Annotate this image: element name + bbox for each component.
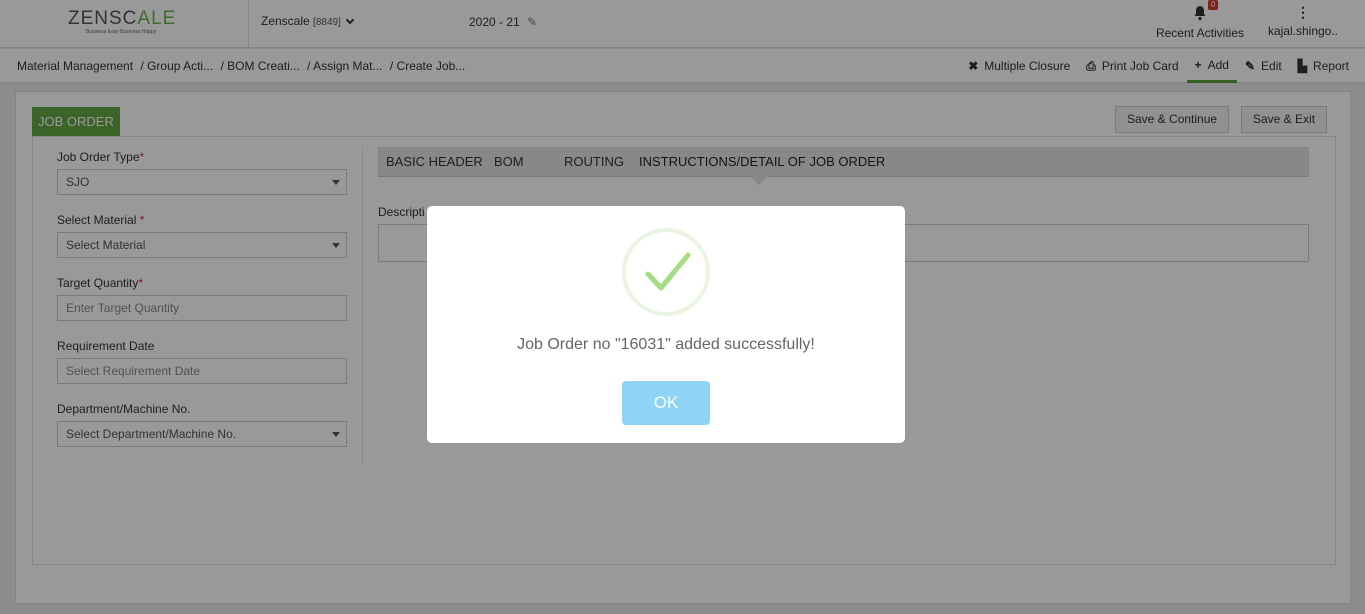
ok-button[interactable]: OK xyxy=(622,381,710,425)
success-check-icon xyxy=(622,228,710,316)
success-dialog: Job Order no "16031" added successfully!… xyxy=(427,206,905,443)
success-message: Job Order no "16031" added successfully! xyxy=(517,336,815,353)
